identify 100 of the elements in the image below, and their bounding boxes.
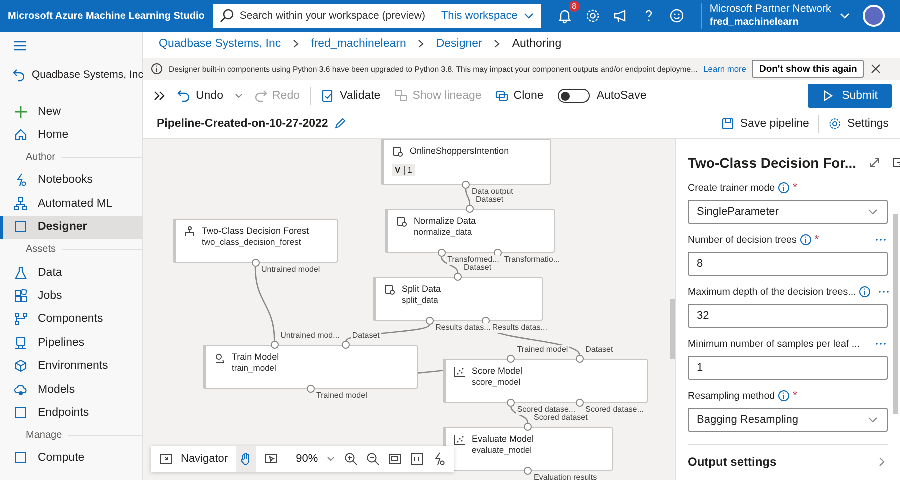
actual-size-icon[interactable] [410,452,424,466]
input-port[interactable] [524,423,532,431]
zoom-level[interactable]: 90% [296,453,318,465]
port-label: Dataset [475,195,505,205]
chevron-down-icon[interactable] [234,91,244,101]
settings-icon [828,117,842,131]
database-icon [384,284,396,296]
chevron-down-icon[interactable] [326,454,336,464]
pipeline-node[interactable]: Train Model train_model [203,345,418,389]
dismiss-button[interactable]: Don't show this again [752,60,864,78]
port-label: Dataset [584,345,614,355]
port-label: Untrained mod... [280,331,341,341]
field-label: Maximum depth of the decision trees... [688,286,856,298]
cabinet-icon [14,336,28,350]
output-port[interactable] [507,399,516,407]
workspace-name[interactable]: fred_machinelearn [710,16,832,29]
sidebar-item[interactable]: Models [0,378,142,402]
scrollbar[interactable] [670,299,675,359]
pipeline-node[interactable]: Evaluate Model evaluate_model [443,427,613,471]
sidebar-item[interactable]: Home [0,123,142,147]
pipeline-node[interactable]: Score Model score_model [443,359,648,403]
node-title: Score Model [472,366,523,377]
auto-layout-icon[interactable] [432,452,446,466]
autosave-toggle[interactable] [558,89,590,103]
breadcrumb-link[interactable]: Authoring [512,38,562,50]
info-icon[interactable] [778,182,790,194]
smiley-icon[interactable] [668,8,685,24]
info-icon[interactable] [859,286,872,298]
input-field[interactable]: 32 [688,304,888,328]
input-port[interactable] [507,355,516,363]
node-name: score_model [472,377,522,388]
search-icon [218,8,235,24]
node-title: Train Model [232,352,280,363]
input-port[interactable] [576,355,584,363]
settings-button[interactable]: Settings [825,115,892,133]
clone-icon [494,89,509,103]
sidebar-item[interactable]: Jobs [0,284,142,308]
dropdown-field[interactable]: Bagging Resampling [688,408,888,432]
input-port[interactable] [466,205,474,213]
info-icon [151,63,163,75]
sidebar-item[interactable]: Endpoints [0,401,142,425]
scope-dropdown[interactable]: This workspace [441,10,518,22]
back-link[interactable]: Quadbase Systems, Inc [0,64,142,86]
input-port[interactable] [454,273,462,281]
flask-bolt-icon [14,173,28,188]
sidebar-item[interactable]: Notebooks [0,168,142,192]
info-icon[interactable] [800,234,812,246]
close-icon[interactable] [870,63,882,75]
undo-icon [177,89,191,103]
sidebar-item[interactable]: New [0,100,142,124]
fit-screen-icon[interactable] [388,452,402,466]
save-pipeline-button[interactable]: Save pipeline [718,115,812,133]
input-field[interactable]: 1 [688,356,888,380]
sidebar-item[interactable]: Automated ML [0,192,142,216]
search-bar[interactable]: Search within your workspace (preview) This workspace [212,4,541,28]
settings-icon[interactable] [584,8,601,24]
expand-icon[interactable] [153,89,167,103]
node-name: split_data [402,295,440,306]
sidebar-item[interactable]: Components [0,308,142,332]
input-field[interactable]: 8 [688,252,888,276]
breadcrumb-link[interactable]: Designer [436,38,482,50]
output-settings-row[interactable]: Output settings [688,444,888,469]
expand-diagonal-icon[interactable] [868,157,881,169]
pipeline-node[interactable]: OnlineShoppersIntention V 1 [381,139,551,185]
learn-more-link[interactable]: Learn more [704,64,746,74]
toolbar-button[interactable]: Clone [492,87,547,105]
sidebar-item[interactable]: Designer [0,216,142,239]
bell-icon[interactable] [556,8,573,24]
plus-icon [14,104,28,119]
navigator-label[interactable]: Navigator [181,453,228,465]
select-pointer-icon[interactable] [264,452,278,466]
sidebar-item[interactable]: Environments [0,354,142,378]
breadcrumb-link[interactable]: Quadbase Systems, Inc [159,38,282,50]
zoom-in-icon[interactable] [344,452,358,466]
field-label: Resampling method [688,390,776,402]
account-name[interactable]: Microsoft Partner Network [710,3,832,16]
pipeline-node[interactable]: Split Data split_data [373,277,543,321]
search-field[interactable]: Search within your workspace (preview) [240,10,432,22]
breadcrumb-link[interactable]: fred_machinelearn [311,38,406,50]
cube-icon [14,359,28,374]
toolbar-button[interactable]: Undo [174,87,226,105]
input-port[interactable] [342,341,350,349]
submit-button[interactable]: Submit [808,84,892,108]
pipeline-node[interactable]: Two-Class Decision Forest two_class_decision_forest [173,219,338,263]
pan-button[interactable] [236,446,256,472]
output-port[interactable] [462,181,470,189]
toolbar-button[interactable]: Validate [318,87,384,105]
scatter-icon [454,434,466,446]
zoom-out-icon[interactable] [366,452,380,466]
dropdown-field[interactable]: SingleParameter [688,200,888,224]
info-icon[interactable] [778,390,790,402]
avatar[interactable] [863,5,886,27]
scrollbar[interactable] [893,214,898,414]
pipeline-node[interactable]: Normalize Data normalize_data [385,209,555,253]
output-port[interactable] [524,467,532,475]
pencil-icon[interactable] [334,118,346,130]
sidebar-item[interactable]: Data [0,260,142,284]
sidebar-item[interactable]: Compute [0,446,142,470]
input-port[interactable] [270,341,279,349]
sidebar-item[interactable]: Pipelines [0,331,142,355]
